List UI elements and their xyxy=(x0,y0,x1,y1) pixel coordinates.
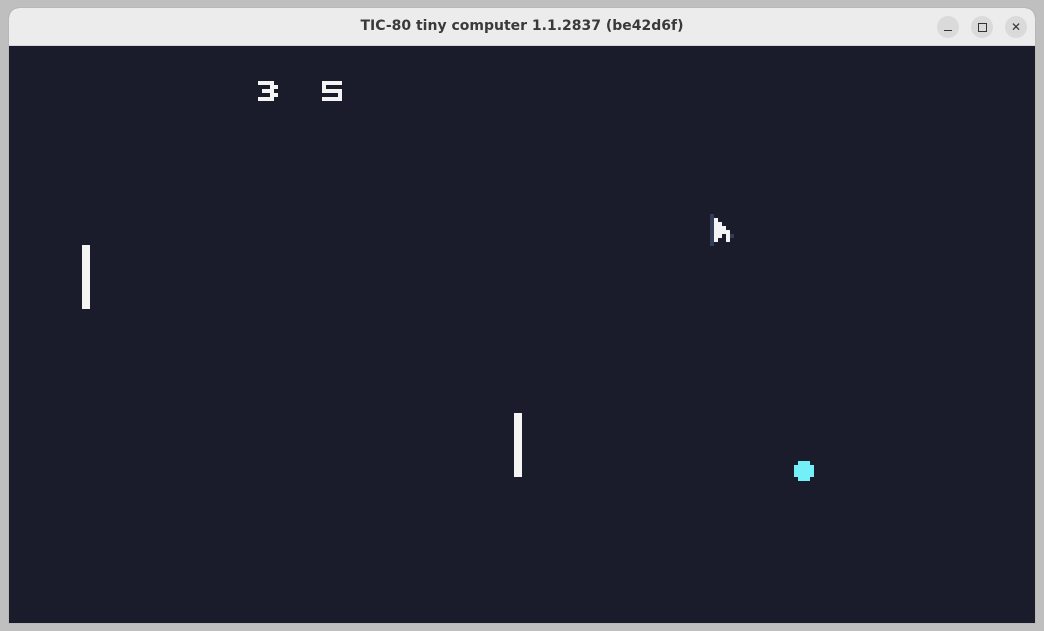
mouse-cursor-icon xyxy=(710,214,734,246)
left-paddle xyxy=(82,245,90,309)
close-button[interactable]: ✕ xyxy=(1005,16,1027,38)
window-title: TIC-80 tiny computer 1.1.2837 (be42d6f) xyxy=(360,18,684,34)
right-paddle xyxy=(514,413,522,477)
minimize-button[interactable] xyxy=(937,16,959,38)
app-window: TIC-80 tiny computer 1.1.2837 (be42d6f) … xyxy=(9,8,1035,623)
ball xyxy=(794,461,814,481)
maximize-icon xyxy=(978,23,987,32)
title-bar[interactable]: TIC-80 tiny computer 1.1.2837 (be42d6f) … xyxy=(9,8,1035,46)
minimize-icon xyxy=(944,30,952,31)
maximize-button[interactable] xyxy=(971,16,993,38)
close-icon: ✕ xyxy=(1010,20,1022,34)
game-canvas[interactable]: 3 5 xyxy=(10,46,1034,623)
